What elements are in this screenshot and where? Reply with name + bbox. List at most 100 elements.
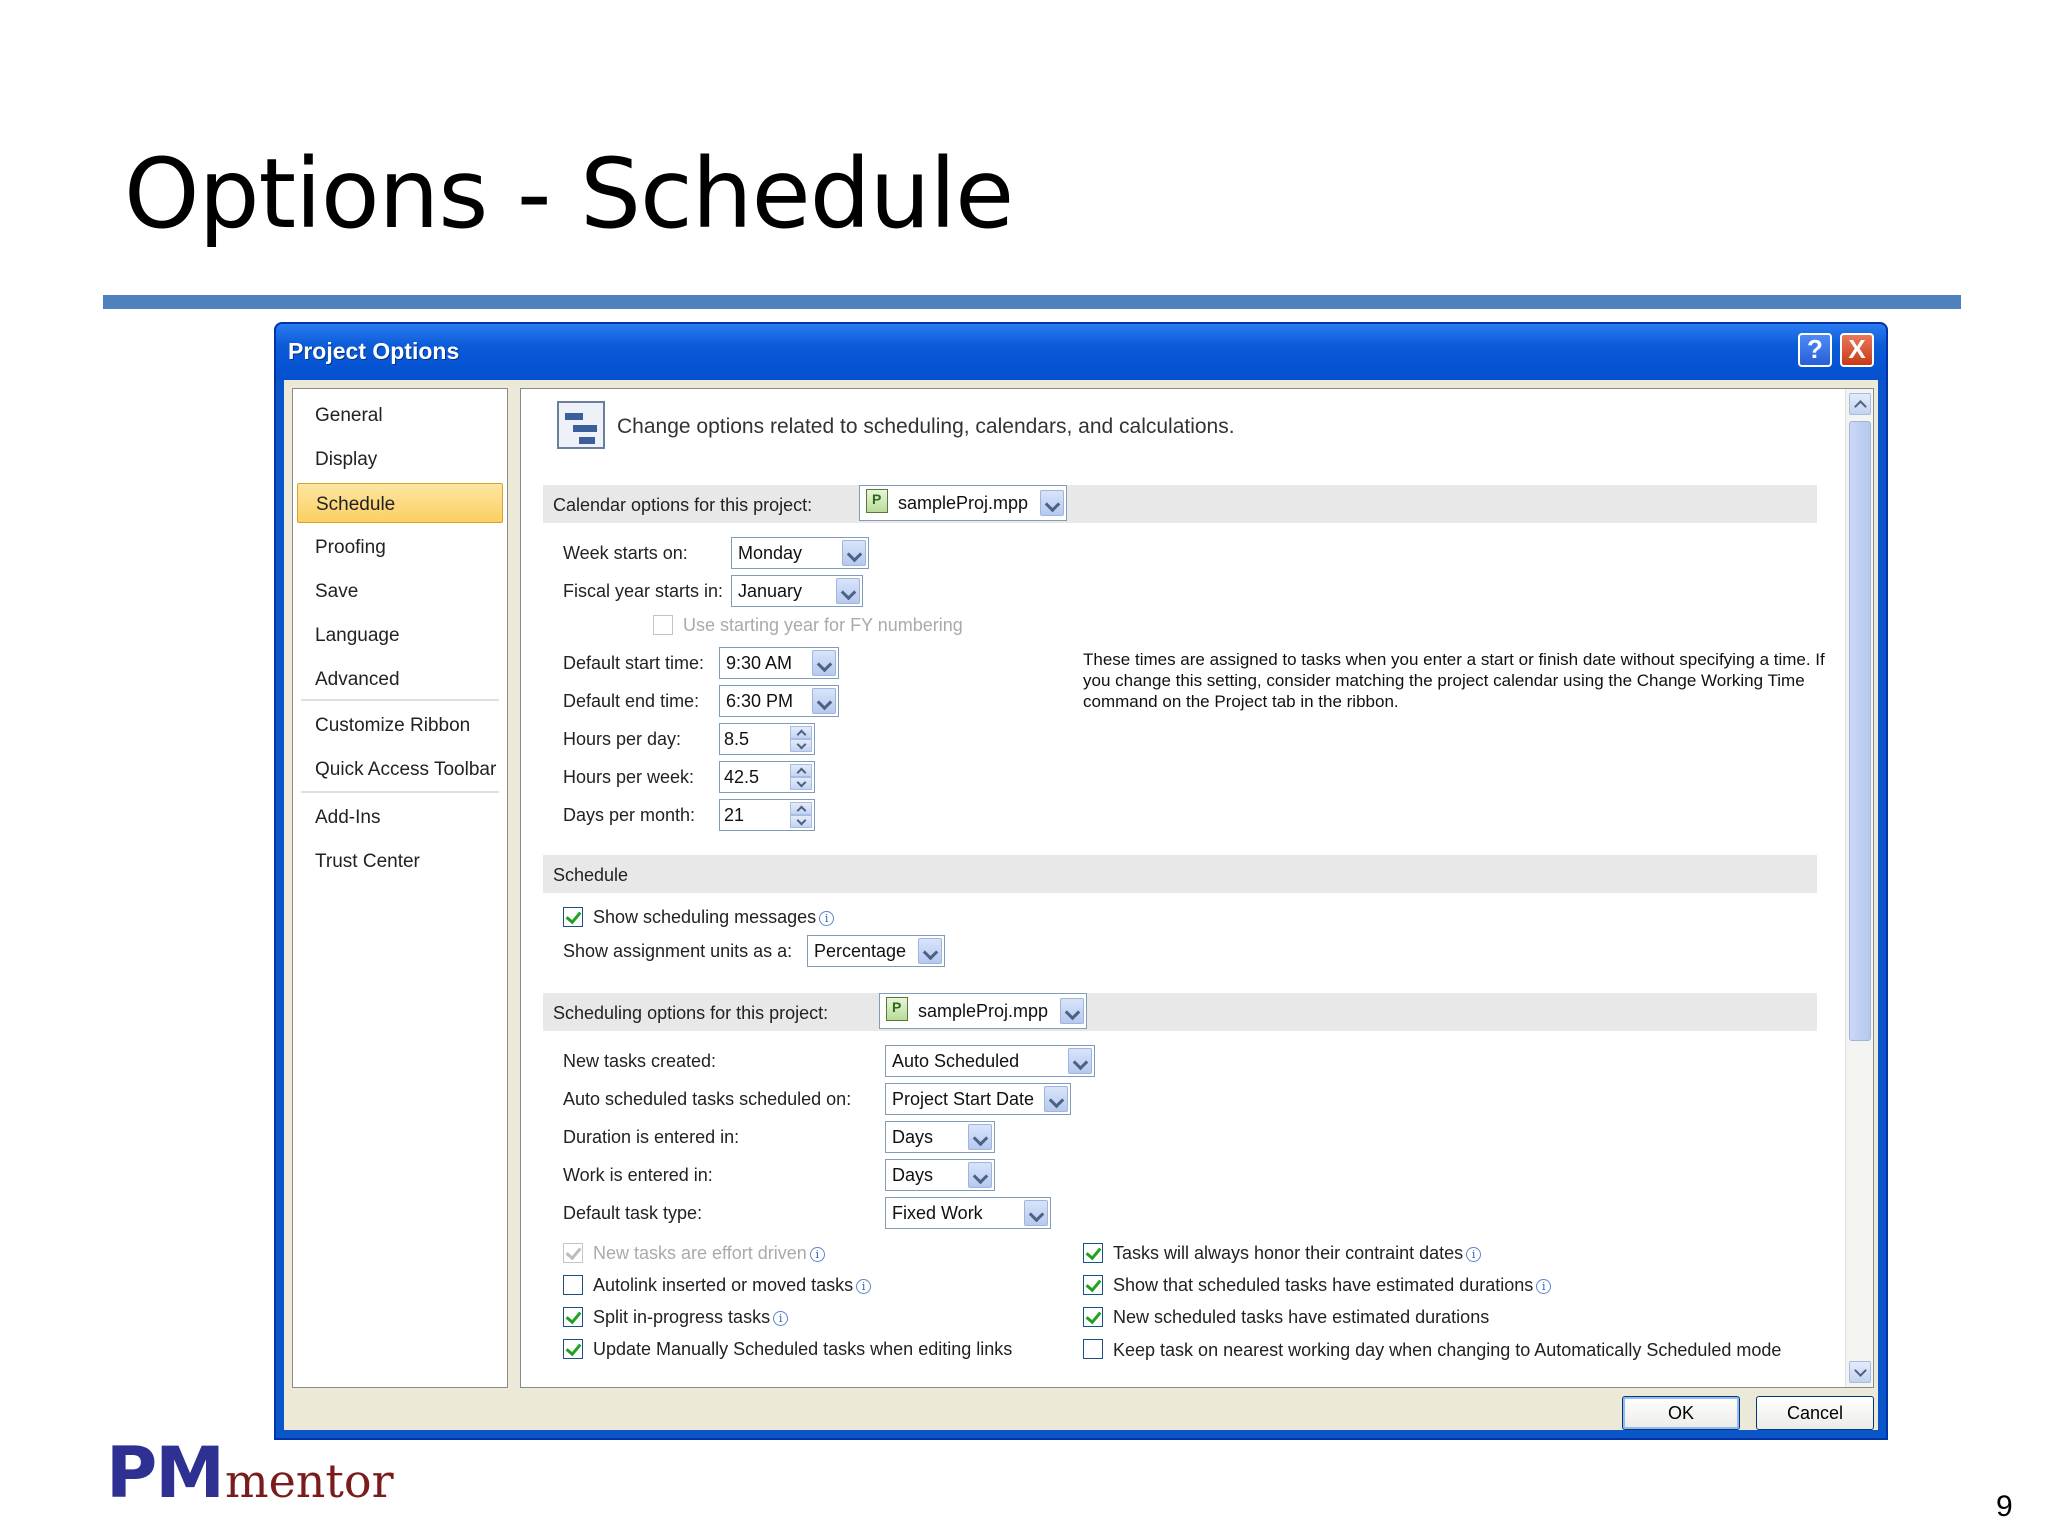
week-starts-dropdown[interactable]: Monday [731, 537, 869, 569]
scroll-down-icon[interactable] [1849, 1361, 1871, 1383]
help-button[interactable]: ? [1798, 333, 1832, 367]
nav-item-customize-ribbon[interactable]: Customize Ribbon [297, 705, 503, 745]
info-icon[interactable]: i [1536, 1279, 1552, 1294]
effort-driven-checkbox[interactable] [563, 1243, 583, 1263]
nav-item-save[interactable]: Save [297, 571, 503, 611]
calendar-options-section: Calendar options for this project: sampl… [543, 485, 1817, 523]
chevron-down-icon[interactable] [1024, 1200, 1048, 1226]
hours-per-week-spinner[interactable]: 42.5 [719, 761, 815, 793]
keep-nearest-working-day-checkbox[interactable] [1083, 1339, 1103, 1359]
info-icon[interactable]: i [856, 1279, 872, 1294]
spin-down-icon[interactable] [790, 815, 812, 828]
fiscal-year-label: Fiscal year starts in: [563, 581, 724, 601]
default-start-dropdown[interactable]: 9:30 AM [719, 647, 839, 679]
task-type-dropdown[interactable]: Fixed Work [885, 1197, 1051, 1229]
schedule-section-label: Schedule [553, 865, 629, 885]
scheduling-options-section: Scheduling options for this project: sam… [543, 993, 1817, 1031]
page-number: 9 [1996, 1490, 2013, 1523]
use-starting-year-label: Use starting year for FY numbering [683, 615, 963, 635]
default-start-label: Default start time: [563, 653, 705, 673]
auto-sched-on-dropdown[interactable]: Project Start Date [885, 1083, 1071, 1115]
chevron-down-icon[interactable] [836, 578, 860, 604]
auto-sched-on-value: Project Start Date [892, 1089, 1035, 1109]
chevron-down-icon[interactable] [968, 1162, 992, 1188]
spin-up-icon[interactable] [790, 726, 812, 739]
scrollbar-thumb[interactable] [1849, 421, 1871, 1041]
scroll-up-icon[interactable] [1849, 393, 1871, 415]
chevron-down-icon[interactable] [1040, 490, 1064, 516]
honor-constraint-dates-checkbox[interactable] [1083, 1243, 1103, 1263]
nav-item-trust-center[interactable]: Trust Center [297, 841, 503, 881]
dialog-client-area: General Display Schedule Proofing Save L… [284, 380, 1878, 1430]
chevron-down-icon[interactable] [812, 688, 836, 714]
assignment-units-dropdown[interactable]: Percentage [807, 935, 945, 967]
chevron-down-icon[interactable] [1060, 998, 1084, 1024]
info-icon[interactable]: i [809, 1247, 825, 1262]
nav-item-general[interactable]: General [297, 395, 503, 435]
close-button[interactable]: X [1840, 333, 1874, 367]
show-estimated-durations-checkbox[interactable] [1083, 1275, 1103, 1295]
assignment-units-label: Show assignment units as a: [563, 941, 793, 961]
task-type-value: Fixed Work [892, 1203, 983, 1223]
scheduling-section-label: Scheduling options for this project: [553, 1003, 829, 1023]
cancel-button[interactable]: Cancel [1756, 1396, 1874, 1430]
scheduling-project-dropdown[interactable]: sampleProj.mpp [879, 993, 1087, 1029]
chevron-down-icon[interactable] [918, 938, 942, 964]
nav-item-quick-access-toolbar[interactable]: Quick Access Toolbar [297, 749, 503, 789]
calendar-project-dropdown[interactable]: sampleProj.mpp [859, 485, 1067, 521]
auto-sched-on-label: Auto scheduled tasks scheduled on: [563, 1089, 852, 1109]
nav-item-language[interactable]: Language [297, 615, 503, 655]
split-in-progress-text: Split in-progress tasks i [593, 1307, 789, 1328]
hours-per-day-label: Hours per day: [563, 729, 682, 749]
update-manual-tasks-checkbox[interactable] [563, 1339, 583, 1359]
show-scheduling-messages-checkbox[interactable] [563, 907, 583, 927]
default-end-value: 6:30 PM [726, 691, 794, 711]
autolink-checkbox[interactable] [563, 1275, 583, 1295]
info-icon[interactable]: i [1466, 1247, 1482, 1262]
nav-item-add-ins[interactable]: Add-Ins [297, 797, 503, 837]
task-type-label: Default task type: [563, 1203, 703, 1223]
spin-up-icon[interactable] [790, 802, 812, 815]
days-per-month-value: 21 [724, 805, 745, 825]
new-tasks-dropdown[interactable]: Auto Scheduled [885, 1045, 1095, 1077]
fiscal-year-dropdown[interactable]: January [731, 575, 863, 607]
chevron-down-icon[interactable] [1068, 1048, 1092, 1074]
info-icon[interactable]: i [819, 911, 835, 926]
title-rule [103, 295, 1961, 309]
hours-per-day-spinner[interactable]: 8.5 [719, 723, 815, 755]
slide: { "slide": { "title": "Options - Schedul… [0, 0, 2048, 1536]
days-per-month-spinner[interactable]: 21 [719, 799, 815, 831]
work-label: Work is entered in: [563, 1165, 713, 1185]
split-in-progress-label: Split in-progress tasks [593, 1307, 771, 1327]
nav-item-advanced[interactable]: Advanced [297, 659, 503, 699]
work-dropdown[interactable]: Days [885, 1159, 995, 1191]
show-estimated-durations-text: Show that scheduled tasks have estimated… [1113, 1275, 1552, 1296]
chevron-down-icon[interactable] [842, 540, 866, 566]
vertical-scrollbar[interactable] [1845, 389, 1873, 1387]
ok-button[interactable]: OK [1622, 1396, 1740, 1430]
hours-per-day-value: 8.5 [724, 729, 750, 749]
schedule-section: Schedule [543, 855, 1817, 893]
keep-nearest-working-day-label: Keep task on nearest working day when ch… [1113, 1340, 1782, 1360]
use-starting-year-checkbox[interactable] [653, 615, 673, 635]
nav-item-schedule[interactable]: Schedule [297, 483, 503, 523]
duration-dropdown[interactable]: Days [885, 1121, 995, 1153]
split-in-progress-checkbox[interactable] [563, 1307, 583, 1327]
spin-down-icon[interactable] [790, 777, 812, 790]
nav-item-display[interactable]: Display [297, 439, 503, 479]
spin-up-icon[interactable] [790, 764, 812, 777]
calendar-project-value: sampleProj.mpp [898, 493, 1029, 513]
hours-per-week-value: 42.5 [724, 767, 760, 787]
chevron-down-icon[interactable] [812, 650, 836, 676]
nav-item-proofing[interactable]: Proofing [297, 527, 503, 567]
info-icon[interactable]: i [773, 1311, 789, 1326]
chevron-down-icon[interactable] [968, 1124, 992, 1150]
new-estimated-durations-checkbox[interactable] [1083, 1307, 1103, 1327]
default-end-label: Default end time: [563, 691, 700, 711]
chevron-down-icon[interactable] [1044, 1086, 1068, 1112]
fiscal-year-value: January [738, 581, 803, 601]
default-end-dropdown[interactable]: 6:30 PM [719, 685, 839, 717]
options-nav: General Display Schedule Proofing Save L… [292, 388, 508, 1388]
dialog-titlebar[interactable]: Project Options ? X [276, 324, 1886, 380]
spin-down-icon[interactable] [790, 739, 812, 752]
